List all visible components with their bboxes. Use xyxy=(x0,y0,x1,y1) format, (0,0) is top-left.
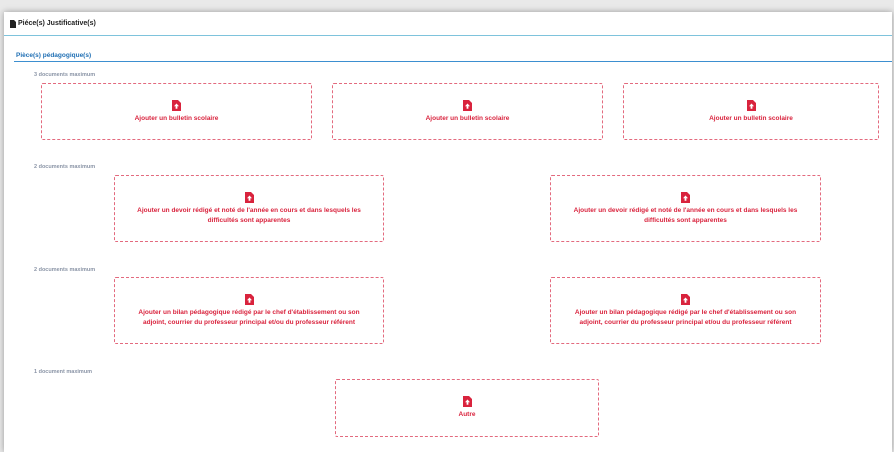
upload-label: Ajouter un bilan pédagogique rédigé par … xyxy=(138,309,360,326)
section-divider xyxy=(14,61,892,62)
upload-label: Ajouter un bulletin scolaire xyxy=(425,114,510,122)
upload-bilan-button-1[interactable]: Ajouter un bilan pédagogique rédigé par … xyxy=(114,277,384,344)
justificatifs-panel: Piéce(s) Justificative(s) Pièce(s) pédag… xyxy=(4,12,892,452)
file-upload-icon xyxy=(681,192,690,203)
file-upload-icon xyxy=(746,99,756,111)
panel-title: Piéce(s) Justificative(s) xyxy=(18,20,96,27)
upload-label: Autre xyxy=(458,411,476,419)
file-upload-icon xyxy=(462,396,472,408)
file-upload-icon xyxy=(463,99,472,111)
upload-label: Ajouter un bulletin scolaire xyxy=(134,114,219,122)
document-icon xyxy=(10,19,16,28)
group-1-limit-label: 3 documents maximum xyxy=(34,72,96,78)
upload-label: Ajouter un devoir rédigé et noté de l'an… xyxy=(137,207,361,224)
file-upload-icon xyxy=(681,294,690,305)
group-3-limit-label: 2 documents maximum xyxy=(34,267,96,273)
upload-label: Ajouter un bilan pédagogique rédigé par … xyxy=(574,309,797,326)
panel-header: Piéce(s) Justificative(s) xyxy=(4,12,892,36)
file-upload-icon xyxy=(244,294,254,305)
upload-bulletin-button-2[interactable]: Ajouter un bulletin scolaire xyxy=(332,83,603,140)
section-title: Pièce(s) pédagogique(s) xyxy=(16,52,92,59)
upload-label: Ajouter un devoir rédigé et noté de l'an… xyxy=(573,207,798,224)
upload-bulletin-button-1[interactable]: Ajouter un bulletin scolaire xyxy=(41,83,312,140)
file-upload-icon xyxy=(172,99,181,111)
upload-label: Ajouter un bulletin scolaire xyxy=(709,114,793,122)
upload-bulletin-button-3[interactable]: Ajouter un bulletin scolaire xyxy=(623,83,879,140)
file-upload-icon xyxy=(244,192,254,203)
upload-devoir-button-1[interactable]: Ajouter un devoir rédigé et noté de l'an… xyxy=(114,175,384,242)
upload-devoir-button-2[interactable]: Ajouter un devoir rédigé et noté de l'an… xyxy=(550,175,821,242)
upload-autre-button[interactable]: Autre xyxy=(335,379,599,437)
upload-bilan-button-2[interactable]: Ajouter un bilan pédagogique rédigé par … xyxy=(550,277,821,344)
group-4-limit-label: 1 document maximum xyxy=(34,369,93,375)
group-2-limit-label: 2 documents maximum xyxy=(34,164,96,170)
